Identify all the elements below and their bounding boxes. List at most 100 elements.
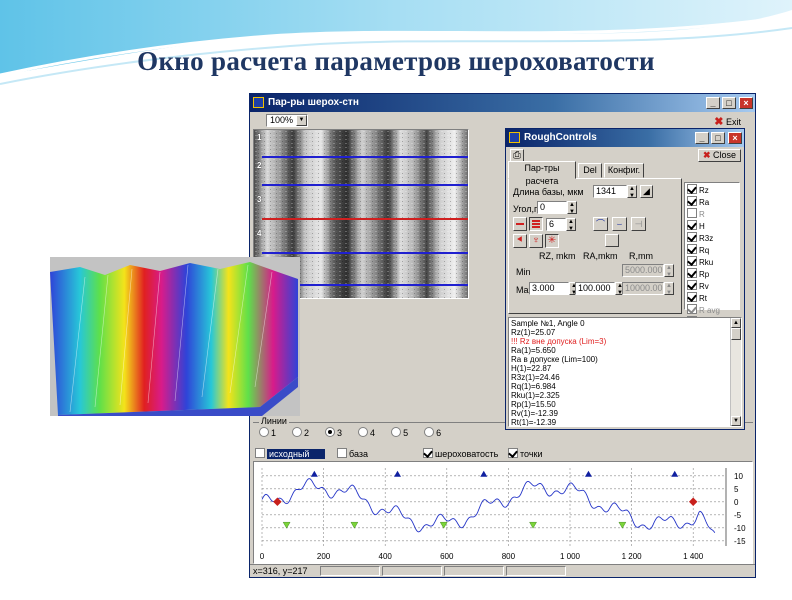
multi-line-icon[interactable] — [529, 217, 543, 231]
checkbox-icon — [255, 448, 265, 458]
legend-label: точки — [520, 449, 543, 459]
param-option[interactable]: Rz — [687, 184, 737, 196]
scan-line[interactable] — [262, 252, 468, 254]
result-line: H(1)=22.87 — [511, 364, 552, 373]
min-r-spinner[interactable]: ▲ ▼ — [664, 264, 674, 278]
tab-config[interactable]: Конфиг. — [604, 163, 644, 178]
line-count-spinner[interactable]: ▲ ▼ — [566, 218, 576, 232]
scan-line[interactable] — [262, 156, 468, 158]
tab-label: Del — [583, 165, 597, 175]
rough-controls-dialog: RoughControls _ □ × ⎙ ✖ Close Пар-тры ра… — [505, 128, 745, 430]
legend-toggle[interactable]: точки — [508, 448, 542, 459]
result-line: Ra в допуске (Lim=100) — [511, 355, 598, 364]
line-count-input[interactable]: 6 — [546, 218, 566, 231]
peak-tool-icon[interactable]: ♆ — [529, 234, 543, 248]
maximize-icon[interactable]: □ — [711, 132, 725, 144]
max-ra-input[interactable]: 100.000 — [575, 282, 615, 295]
param-option[interactable]: H — [687, 220, 737, 232]
line-radio-5[interactable]: 5 — [391, 427, 408, 438]
profile-chart-panel[interactable]: 0 200 400 600 800 1 000 1 200 1 400 10 5 0 -5 -10 -15 — [253, 461, 753, 564]
param-option[interactable]: Rt — [687, 292, 737, 304]
checkbox-icon — [687, 280, 697, 290]
legend-label: шероховатость — [435, 449, 499, 459]
x-tick-label: 0 — [260, 552, 265, 561]
dialog-close-button[interactable]: ✖ Close — [698, 149, 741, 162]
base-length-spinner[interactable]: ▲ ▼ — [627, 185, 637, 199]
legend-toggle[interactable]: шероховатость — [423, 448, 498, 459]
tab-del[interactable]: Del — [578, 163, 602, 178]
param-option[interactable]: R avg — [687, 304, 737, 316]
line-radio-3[interactable]: 3 — [325, 427, 342, 438]
exit-button[interactable]: ✖ Exit — [714, 115, 741, 128]
minimize-icon[interactable]: _ — [695, 132, 709, 144]
y-tick-label: -10 — [734, 524, 746, 533]
legend-toggle[interactable]: исходный — [255, 448, 326, 459]
main-window-titlebar[interactable]: Пар-ры шерох-стн _ □ × — [250, 94, 755, 112]
minimize-icon[interactable]: _ — [706, 97, 720, 109]
radio-icon — [325, 427, 336, 437]
line-radio-2[interactable]: 2 — [292, 427, 310, 438]
apply-length-icon[interactable]: ◢ — [640, 185, 653, 198]
checkbox-icon — [687, 244, 697, 254]
close-icon[interactable]: × — [728, 132, 742, 144]
dialog-titlebar[interactable]: RoughControls _ □ × — [506, 129, 744, 147]
checkbox-icon — [508, 448, 518, 458]
valley-marker — [529, 522, 537, 529]
close-icon[interactable]: × — [739, 97, 753, 109]
radio-label: 1 — [271, 428, 277, 438]
peak-marker — [584, 470, 592, 477]
min-r-input[interactable]: 5000.000 — [622, 264, 664, 277]
result-line: Rq(1)=6.984 — [511, 382, 556, 391]
app-icon — [509, 132, 520, 143]
x-tick-label: 200 — [317, 552, 331, 561]
base-length-input[interactable]: 1341 — [593, 185, 627, 198]
profile-tool-icon[interactable]: ⯇ — [513, 234, 527, 248]
blank-tool-button[interactable] — [605, 234, 619, 247]
level-icon[interactable]: ⊣ — [631, 217, 646, 231]
checkbox-icon — [687, 232, 697, 242]
legend-toggle[interactable]: база — [337, 448, 368, 459]
maximize-icon[interactable]: □ — [722, 97, 736, 109]
angle-input[interactable]: 0 — [537, 201, 567, 214]
line-radio-6[interactable]: 6 — [424, 427, 442, 438]
x-tick-label: 600 — [440, 552, 454, 561]
scan-line[interactable] — [262, 218, 468, 220]
param-option[interactable]: R3z — [687, 232, 737, 244]
scan-line[interactable] — [262, 184, 468, 186]
single-line-icon[interactable] — [513, 217, 527, 231]
curve-down-icon[interactable]: ⌣ — [612, 217, 627, 231]
max-rz-input[interactable]: 3.000 — [529, 282, 569, 295]
zoom-select[interactable]: 100% ▼ — [266, 114, 308, 127]
tab-calc-params[interactable]: Пар-тры расчета — [508, 161, 576, 186]
cross-tool-icon[interactable]: ✳ — [545, 234, 559, 248]
line-radio-4[interactable]: 4 — [358, 427, 375, 438]
param-option[interactable]: Ra — [687, 196, 737, 208]
max-r-input[interactable]: 10000.00 — [622, 282, 664, 295]
calc-params-panel: Длина базы, мкм 1341 ▲ ▼ ◢ Угол,г 0 ▲ ▼ 6 … — [508, 178, 682, 314]
angle-spinner[interactable]: ▲ ▼ — [567, 201, 577, 215]
param-option[interactable]: Rq — [687, 244, 737, 256]
param-option[interactable]: R — [687, 208, 737, 220]
line-radio-1[interactable]: 1 — [259, 427, 277, 438]
checkbox-icon — [687, 220, 697, 230]
radio-label: 6 — [436, 428, 442, 438]
scroll-thumb[interactable] — [731, 328, 741, 340]
param-option[interactable]: Rv — [687, 280, 737, 292]
surface-3d-image — [50, 257, 300, 416]
curve-up-icon[interactable]: ⌒ — [593, 217, 608, 231]
radio-icon — [292, 427, 303, 437]
param-option[interactable]: Rku — [687, 256, 737, 268]
max-r-spinner[interactable]: ▲ ▼ — [664, 282, 674, 296]
scan-line-number: 4 — [257, 229, 262, 238]
valley-marker — [618, 522, 627, 529]
param-option[interactable]: Rp — [687, 268, 737, 280]
scroll-up-icon[interactable]: ▲ — [731, 318, 741, 328]
results-text: Sample №1, Angle 0 Rz(1)=25.07!!! Rz вне … — [511, 319, 606, 426]
radio-label: 2 — [304, 428, 310, 438]
y-tick-label: 5 — [734, 485, 739, 494]
scroll-down-icon[interactable]: ▼ — [731, 416, 741, 426]
results-scrollbar[interactable]: ▲ ▼ — [730, 318, 741, 426]
results-log[interactable]: Sample №1, Angle 0 Rz(1)=25.07!!! Rz вне … — [508, 317, 742, 427]
param-label: R3z — [699, 234, 714, 243]
chevron-down-icon[interactable]: ▼ — [296, 115, 307, 126]
